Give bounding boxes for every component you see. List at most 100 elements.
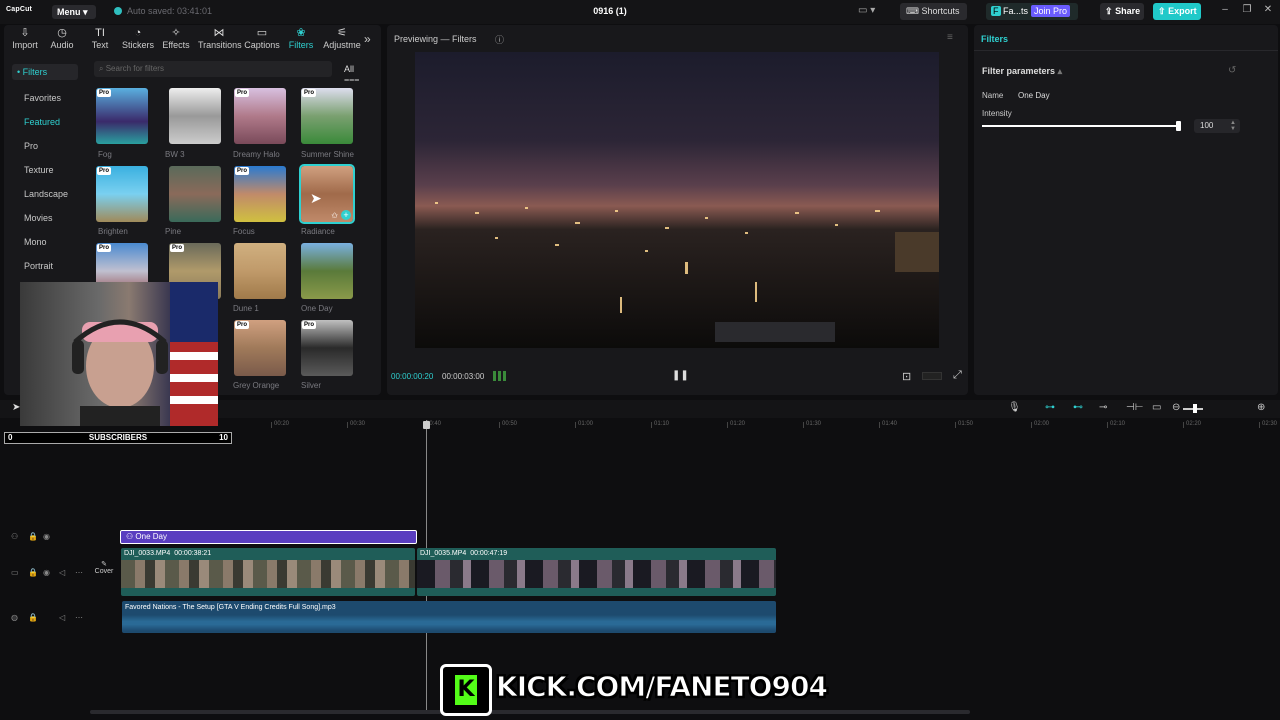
video-clip-1[interactable]: DJI_0033.MP4 00:00:38:21 <box>121 548 415 596</box>
filter-thumb-summer-shine[interactable]: Pro <box>301 88 353 144</box>
grid-icon[interactable] <box>493 371 507 381</box>
intensity-slider-handle[interactable] <box>1176 121 1181 131</box>
intensity-slider[interactable] <box>982 125 1180 127</box>
filter-thumb-bw3[interactable] <box>169 88 221 144</box>
zoom-in-icon[interactable]: ⊕ <box>1257 402 1265 413</box>
category-texture[interactable]: Texture <box>24 165 54 175</box>
join-pro-button[interactable]: Join Pro <box>1031 5 1071 17</box>
aspect-ratio-button[interactable] <box>922 372 942 380</box>
timeline-ruler[interactable]: 00:20 00:30 00:40 00:50 01:00 01:10 01:2… <box>90 420 1280 432</box>
tab-adjustment[interactable]: ⚟ Adjustme <box>322 27 362 50</box>
pro-account-button[interactable]: F Fa...ts Join Pro <box>986 3 1078 20</box>
category-landscape[interactable]: Landscape <box>24 189 68 199</box>
pro-badge: Pro <box>235 167 250 175</box>
pause-icon[interactable]: ❚❚ <box>672 370 689 381</box>
layout-icon[interactable]: ▭ ▾ <box>858 5 880 19</box>
more-icon[interactable]: ⋯ <box>75 613 83 622</box>
audio-clip[interactable]: Favored Nations - The Setup [GTA V Endin… <box>122 601 776 633</box>
video-preview[interactable] <box>415 52 939 348</box>
tab-filters[interactable]: ❀ Filters <box>281 27 321 50</box>
speaker-icon[interactable]: ◁ <box>59 568 65 577</box>
share-button[interactable]: ⇪ Share <box>1100 3 1144 20</box>
zoom-slider-handle[interactable] <box>1193 404 1197 413</box>
filter-thumb-dune-1[interactable] <box>234 243 286 299</box>
chain-icon[interactable]: ⊸ <box>1099 402 1107 413</box>
export-button[interactable]: ⇧ Export <box>1153 3 1201 20</box>
filter-clip-label: One Day <box>135 532 167 541</box>
filter-thumb-pine[interactable] <box>169 166 221 222</box>
star-icon[interactable]: ✩ <box>331 211 338 220</box>
stepper-icon[interactable]: ▲ ▼ <box>1230 120 1236 132</box>
menu-lines-icon[interactable]: ≡ <box>947 32 953 43</box>
fullscreen-icon[interactable]: ⤢ <box>953 369 962 382</box>
user-initial-icon: F <box>991 6 1001 16</box>
category-filters-header[interactable]: • Filters <box>12 64 78 80</box>
filter-clip[interactable]: ⚇ One Day <box>120 530 417 544</box>
maximize-icon[interactable]: ❐ <box>1240 4 1254 18</box>
lock-icon[interactable]: 🔒 <box>28 532 38 541</box>
filter-thumb-grey-orange[interactable]: Pro <box>234 320 286 376</box>
category-featured[interactable]: Featured <box>24 117 60 127</box>
filter-search-input[interactable]: ⌕ Search for filters <box>94 61 332 77</box>
clip-name: DJI_0033.MP4 <box>124 550 171 557</box>
menu-button[interactable]: Menu ▾ <box>52 5 96 19</box>
keyboard-icon: ⌨ <box>906 6 919 16</box>
tab-stickers[interactable]: ◔ Stickers <box>118 27 158 50</box>
playhead-handle[interactable] <box>423 421 430 429</box>
add-icon[interactable]: + <box>341 210 351 220</box>
chevron-right-icon[interactable]: » <box>364 32 371 46</box>
split-icon[interactable]: ⊣⊢ <box>1126 402 1143 413</box>
divider <box>974 50 1278 51</box>
tab-captions[interactable]: ▭ Captions <box>242 27 282 50</box>
link-icon[interactable]: ⊷ <box>1073 402 1083 413</box>
lock-icon[interactable]: 🔒 <box>28 568 38 577</box>
tab-import[interactable]: ⇩ Import <box>5 27 45 50</box>
reset-icon[interactable]: ↺ <box>1228 65 1236 76</box>
lock-icon[interactable]: 🔒 <box>28 613 38 622</box>
category-mono[interactable]: Mono <box>24 237 47 247</box>
close-icon[interactable]: ✕ <box>1261 4 1275 18</box>
eye-icon[interactable]: ◉ <box>43 532 50 541</box>
shortcuts-button[interactable]: ⌨ Shortcuts <box>900 3 967 20</box>
category-pro[interactable]: Pro <box>24 141 38 151</box>
microphone-icon[interactable]: 🎙 <box>1008 402 1021 413</box>
filter-thumb-fog[interactable]: Pro <box>96 88 148 144</box>
filter-thumb-brighten[interactable]: Pro <box>96 166 148 222</box>
ruler-tick: 01:10 <box>650 421 670 428</box>
filter-thumb-silver[interactable]: Pro <box>301 320 353 376</box>
tab-text[interactable]: TI Text <box>80 27 120 50</box>
speaker-icon[interactable]: ◁ <box>59 613 65 622</box>
category-movies[interactable]: Movies <box>24 213 53 223</box>
clip-duration: 00:00:47:19 <box>470 550 508 557</box>
tab-transitions[interactable]: ⋈ Transitions <box>198 27 242 50</box>
category-favorites[interactable]: Favorites <box>24 93 61 103</box>
zoom-out-icon[interactable]: ⊖ <box>1172 402 1180 413</box>
chevron-down-icon[interactable]: ▴ <box>1058 66 1063 76</box>
preview-axis-icon[interactable]: ▭ <box>1152 402 1161 413</box>
fit-screen-icon[interactable]: ⊡ <box>902 370 911 383</box>
all-filter-dropdown[interactable]: All ⩶ <box>340 61 372 84</box>
tab-effects[interactable]: ✧ Effects <box>156 27 196 50</box>
category-portrait[interactable]: Portrait <box>24 261 53 271</box>
filter-thumb-one-day[interactable] <box>301 243 353 299</box>
clip-label: DJI_0035.MP4 00:00:47:19 <box>420 550 507 557</box>
filter-thumb-focus[interactable]: Pro <box>234 166 286 222</box>
tab-label: Import <box>12 40 38 50</box>
tab-label: Transitions <box>198 40 242 50</box>
subs-end: 10 <box>219 433 228 442</box>
filter-thumb-dreamy-halo[interactable]: Pro <box>234 88 286 144</box>
info-icon[interactable]: ⓘ <box>495 33 504 46</box>
magnet-icon[interactable]: ⊶ <box>1045 402 1055 413</box>
eye-icon[interactable]: ◉ <box>43 568 50 577</box>
current-timecode: 00:00:00:20 <box>391 372 434 381</box>
video-clip-2[interactable]: DJI_0035.MP4 00:00:47:19 <box>417 548 776 596</box>
details-title[interactable]: Filters <box>981 34 1008 44</box>
cover-button[interactable]: ✎ Cover <box>92 560 116 584</box>
filter-thumb-radiance[interactable]: ✩ + <box>299 164 355 224</box>
tab-audio[interactable]: ◷ Audio <box>42 27 82 50</box>
project-title[interactable]: 0916 (1) <box>580 6 640 16</box>
more-icon[interactable]: ⋯ <box>75 568 83 577</box>
minimize-icon[interactable]: – <box>1218 4 1232 18</box>
intensity-input[interactable]: 100 ▲ ▼ <box>1194 119 1240 133</box>
kick-banner: K KICK.COM/FANETO904 <box>440 664 828 716</box>
